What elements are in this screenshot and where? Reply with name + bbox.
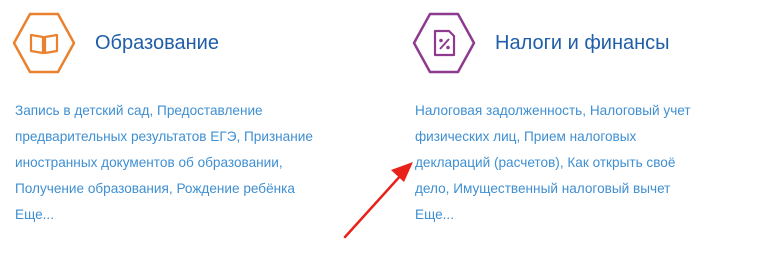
more-link-taxes[interactable]: Еще...	[415, 207, 454, 222]
book-icon[interactable]	[12, 12, 76, 74]
category-title-education[interactable]: Образование	[95, 32, 219, 55]
more-link-education[interactable]: Еще...	[15, 207, 54, 222]
link-line[interactable]: физических лиц, Прием налоговых	[415, 129, 636, 144]
link-line[interactable]: дело, Имущественный налоговый вычет	[415, 181, 670, 196]
tax-document-icon[interactable]	[412, 12, 476, 74]
category-links-taxes: Налоговая задолженность, Налоговый учет …	[415, 98, 691, 228]
link-line[interactable]: Налоговая задолженность, Налоговый учет	[415, 103, 691, 118]
link-line[interactable]: предварительных результатов ЕГЭ, Признан…	[15, 129, 313, 144]
link-line[interactable]: Запись в детский сад, Предоставление	[15, 103, 263, 118]
category-links-education: Запись в детский сад, Предоставление пре…	[15, 98, 313, 228]
link-line[interactable]: иностранных документов об образовании,	[15, 155, 283, 170]
link-line[interactable]: Получение образования, Рождение ребёнка	[15, 181, 295, 196]
category-title-taxes[interactable]: Налоги и финансы	[495, 32, 670, 55]
link-line[interactable]: деклараций (расчетов), Как открыть своё	[415, 155, 675, 170]
